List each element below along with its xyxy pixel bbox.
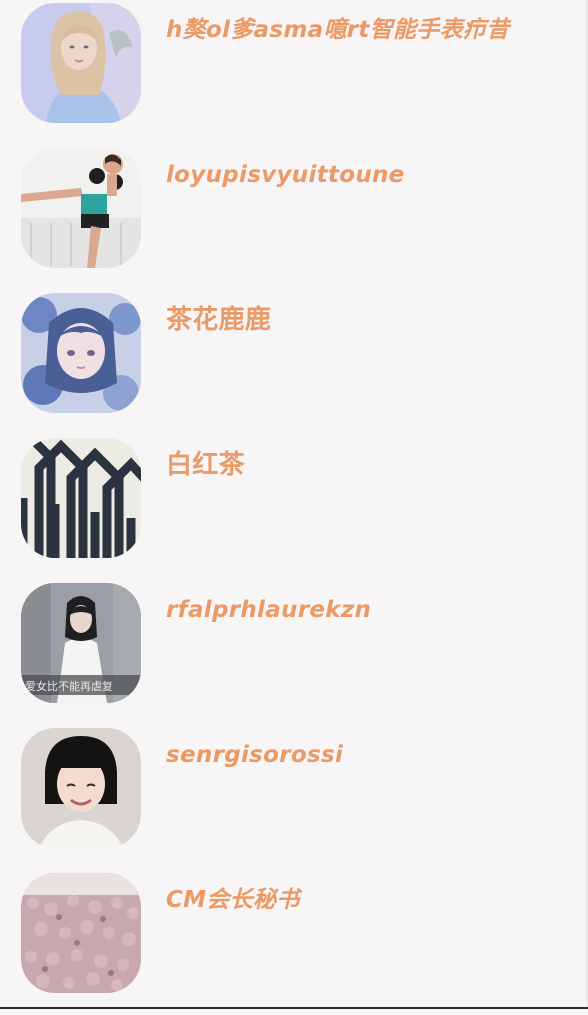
contact-name: 白红茶 [166,450,245,480]
avatar[interactable] [21,293,141,413]
contact-item[interactable]: senrgisorossi [0,725,588,870]
contact-name: rfalprhlaurekzn [166,597,372,623]
avatar[interactable] [21,3,141,123]
contact-item[interactable]: 爱女比不能再虐复 rfalprhlaurekzn [0,580,588,725]
contact-item[interactable]: h獒ol爹asma噫rt智能手表疖昔 [0,0,588,145]
contact-name: loyupisvyuittoune [166,162,405,188]
contact-name: CM会长秘书 [166,887,300,913]
contact-item[interactable]: 白红茶 [0,435,588,580]
anime-girl-flowers-avatar [21,293,141,413]
girl-bob-haircut-avatar [21,728,141,848]
avatar[interactable] [21,148,141,268]
contact-item[interactable]: 茶花鹿鹿 [0,290,588,435]
geometric-pattern-avatar [21,438,141,558]
avatar[interactable] [21,728,141,848]
contact-name: senrgisorossi [166,742,344,768]
contact-name: 茶花鹿鹿 [166,305,272,335]
kickboxer-avatar [21,148,141,268]
woman-blonde-avatar [21,3,141,123]
photo-caption: 爱女比不能再虐复 [25,680,113,693]
avatar[interactable]: 爱女比不能再虐复 [21,583,141,703]
avatar[interactable] [21,873,141,993]
contact-name: h獒ol爹asma噫rt智能手表疖昔 [166,17,510,43]
contact-list: h獒ol爹asma噫rt智能手表疖昔 loyupisvyuittoune 茶花鹿… [0,0,588,1009]
pink-flowers-avatar [21,873,141,993]
contact-item[interactable]: CM会长秘书 [0,870,588,1015]
avatar[interactable] [21,438,141,558]
contact-item[interactable]: loyupisvyuittoune [0,145,588,290]
